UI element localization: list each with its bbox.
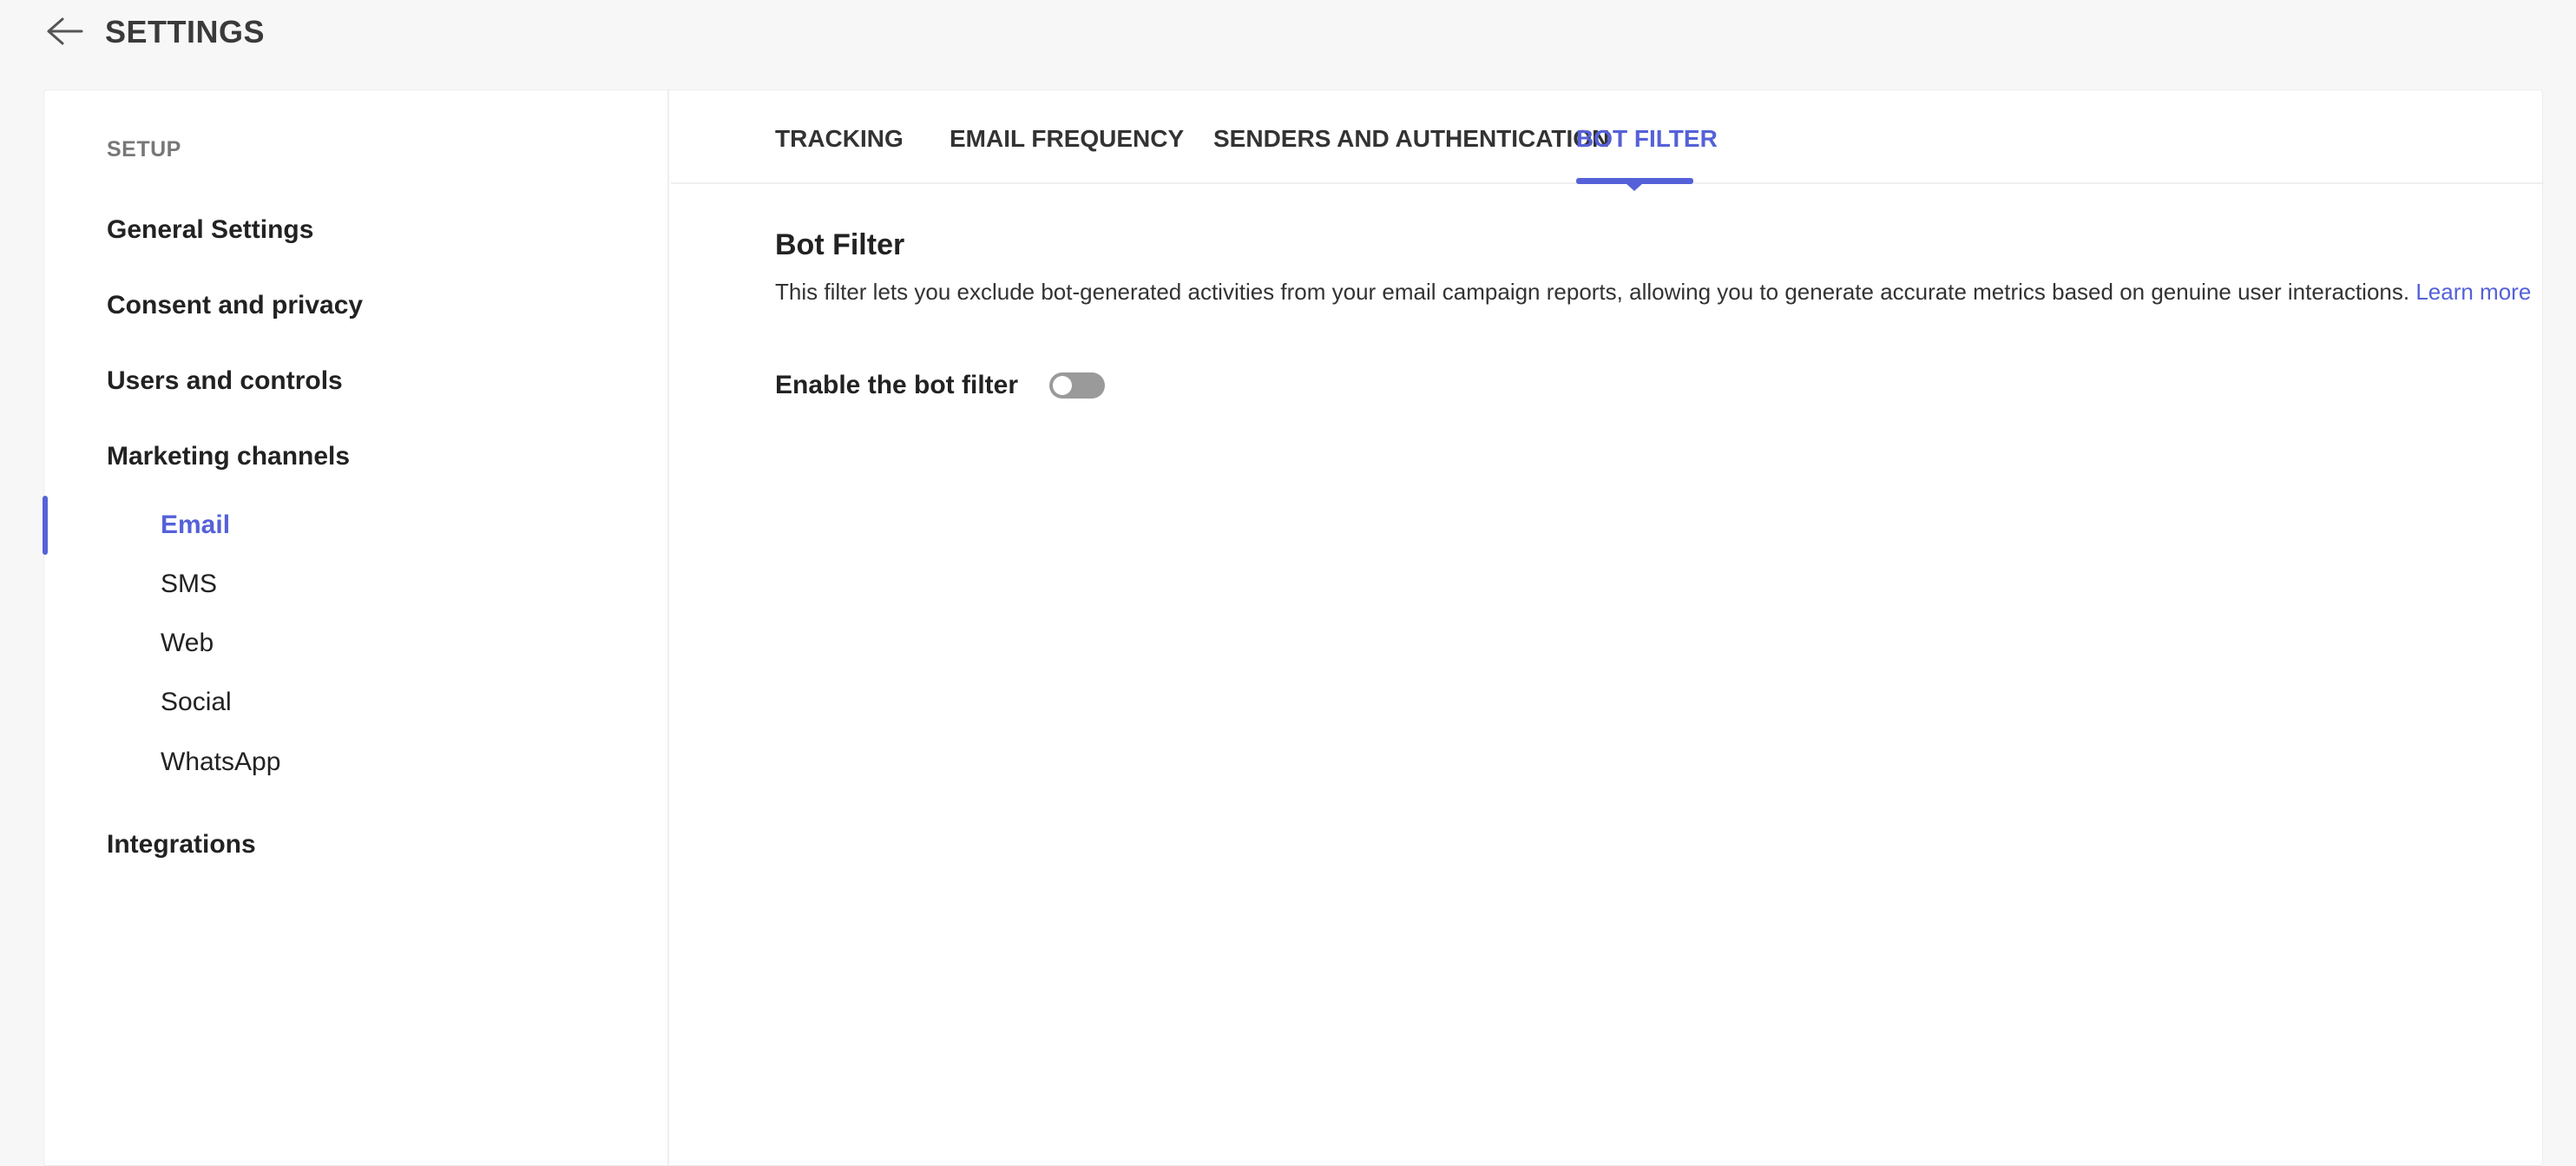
sidebar-item-consent-and-privacy[interactable]: Consent and privacy [107,291,363,320]
settings-content: TRACKING EMAIL FREQUENCY SENDERS AND AUT… [671,90,2544,1165]
back-button[interactable] [40,12,89,50]
sidebar-subitem-sms[interactable]: SMS [161,570,217,599]
bot-filter-label: Enable the bot filter [775,371,1019,399]
sidebar-subitem-social[interactable]: Social [161,688,232,717]
active-item-indicator [43,496,48,555]
sidebar-item-integrations[interactable]: Integrations [107,830,256,860]
sidebar-item-users-and-controls[interactable]: Users and controls [107,366,343,396]
sidebar-item-general-settings[interactable]: General Settings [107,215,313,245]
sidebar-heading: SETUP [107,137,181,161]
tab-senders-and-authentication[interactable]: SENDERS AND AUTHENTICATION [1213,125,1609,153]
sidebar-subitem-web[interactable]: Web [161,629,214,658]
settings-sidebar: SETUP General Settings Consent and priva… [43,90,669,1165]
page-title: SETTINGS [105,14,266,49]
tab-tracking[interactable]: TRACKING [775,125,904,153]
sidebar-subitem-email[interactable]: Email [161,511,230,540]
toggle-knob [1053,376,1073,395]
learn-more-link[interactable]: Learn more [2415,279,2531,305]
section-description: This filter lets you exclude bot-generat… [775,279,2531,306]
bot-filter-row: Enable the bot filter [775,371,1106,400]
active-tab-caret [1626,183,1643,191]
arrow-left-icon [47,17,83,45]
description-text: This filter lets you exclude bot-generat… [775,279,2410,305]
top-bar: SETTINGS [0,0,2576,69]
bot-filter-toggle[interactable] [1049,372,1106,399]
sidebar-item-marketing-channels[interactable]: Marketing channels [107,442,350,471]
tab-email-frequency[interactable]: EMAIL FREQUENCY [950,125,1184,153]
settings-card: SETUP General Settings Consent and priva… [43,89,2544,1166]
section-title: Bot Filter [775,228,905,261]
sidebar-subitem-whatsapp[interactable]: WhatsApp [161,748,280,777]
tab-bar: TRACKING EMAIL FREQUENCY SENDERS AND AUT… [671,90,2544,191]
tab-bot-filter[interactable]: BOT FILTER [1576,125,1718,153]
